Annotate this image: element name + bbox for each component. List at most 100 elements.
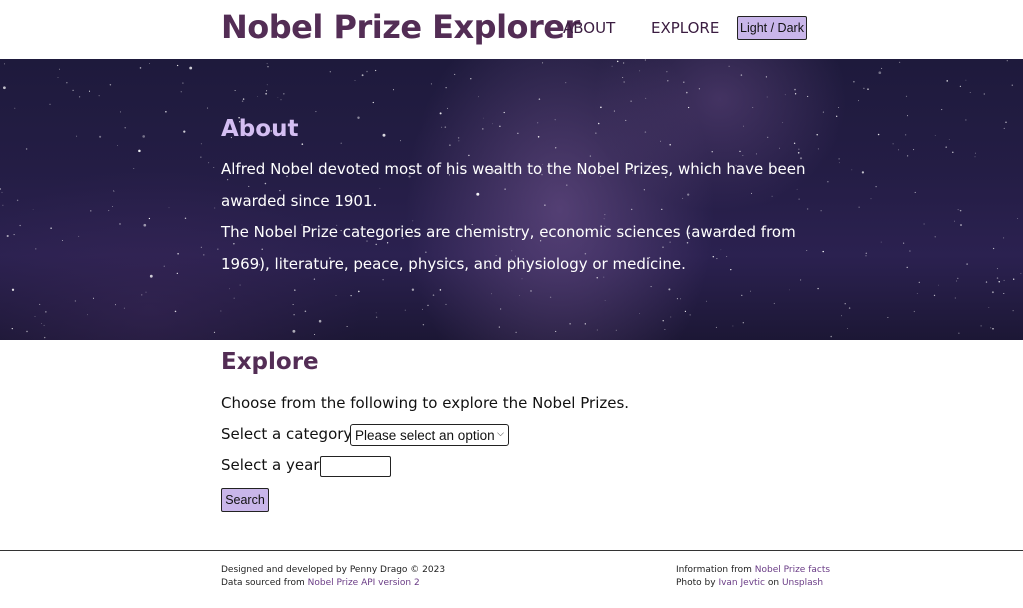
star (613, 110, 615, 112)
star (515, 331, 517, 334)
star (905, 95, 908, 98)
photographer-link[interactable]: Ivan Jevtic (718, 578, 765, 588)
star (622, 62, 625, 64)
star (26, 330, 28, 333)
star (72, 89, 74, 92)
footer-photo-mid: on (765, 578, 782, 588)
star (1003, 237, 1005, 239)
star (740, 74, 743, 76)
star (265, 93, 267, 95)
about-paragraph: Alfred Nobel devoted most of his wealth … (221, 160, 806, 210)
star (0, 188, 1, 190)
star (765, 76, 768, 78)
star (217, 248, 219, 250)
star (200, 156, 202, 158)
star (992, 247, 995, 250)
star (16, 199, 19, 202)
star (25, 148, 28, 150)
star (887, 316, 889, 318)
star (350, 294, 352, 297)
star (404, 309, 406, 311)
unsplash-link[interactable]: Unsplash (782, 578, 823, 588)
star (903, 242, 905, 244)
star (292, 304, 294, 306)
star (975, 152, 977, 154)
star (941, 109, 943, 111)
star (870, 198, 872, 200)
star (662, 320, 664, 322)
star (283, 93, 285, 95)
star (141, 294, 143, 296)
search-button[interactable]: Search (221, 488, 269, 512)
star (898, 61, 901, 64)
star (565, 82, 567, 84)
star (139, 67, 142, 69)
star (741, 294, 743, 296)
nav-link-about[interactable]: ABOUT (563, 19, 615, 37)
star (61, 239, 64, 242)
star (318, 319, 322, 323)
star (375, 312, 377, 314)
star (669, 143, 671, 146)
footer-left: Designed and developed by Penny Drago © … (221, 564, 445, 590)
star (838, 107, 840, 108)
star (314, 334, 316, 335)
chevron-down-icon: ⌵ (497, 428, 504, 438)
star (1011, 84, 1014, 86)
star (698, 88, 701, 90)
star (705, 300, 708, 302)
star (176, 64, 179, 67)
star (432, 294, 435, 296)
star (945, 146, 947, 148)
star (430, 83, 432, 85)
star (206, 107, 209, 109)
star (623, 81, 625, 83)
star (266, 84, 268, 86)
star (180, 91, 182, 93)
star (934, 135, 936, 136)
star (357, 116, 360, 120)
star (596, 329, 598, 331)
star (454, 73, 456, 75)
star (711, 151, 713, 153)
star (213, 331, 216, 334)
star (376, 316, 378, 318)
star (923, 223, 925, 225)
footer-info-source: Information from Nobel Prize facts (676, 564, 830, 577)
star (447, 107, 448, 109)
star (686, 91, 688, 94)
star (660, 140, 661, 142)
star (382, 133, 386, 137)
star (988, 306, 990, 308)
star (966, 263, 968, 265)
star (793, 142, 796, 144)
star (115, 304, 116, 306)
star (292, 329, 296, 333)
star (554, 147, 557, 149)
star (79, 96, 81, 98)
nav-link-explore[interactable]: EXPLORE (651, 19, 719, 37)
nobel-api-link[interactable]: Nobel Prize API version 2 (308, 578, 420, 588)
star (798, 148, 800, 150)
star (974, 156, 976, 158)
site-header: Nobel Prize Explorer ABOUT EXPLORE Light… (0, 0, 1023, 59)
category-select[interactable]: Please select an option ⌵ (350, 424, 509, 446)
star (143, 223, 147, 227)
star (600, 106, 602, 109)
star (35, 248, 37, 250)
star (853, 80, 855, 83)
star (767, 136, 769, 139)
star (644, 131, 647, 133)
star (905, 134, 907, 136)
star (43, 336, 46, 339)
star (630, 100, 632, 102)
star (689, 314, 691, 316)
nobel-facts-link[interactable]: Nobel Prize facts (755, 565, 830, 575)
star (676, 298, 678, 300)
star (782, 122, 784, 123)
star (957, 209, 959, 211)
year-input[interactable] (320, 456, 391, 477)
theme-toggle-button[interactable]: Light / Dark (737, 16, 807, 40)
star (847, 328, 848, 330)
star (112, 206, 114, 208)
